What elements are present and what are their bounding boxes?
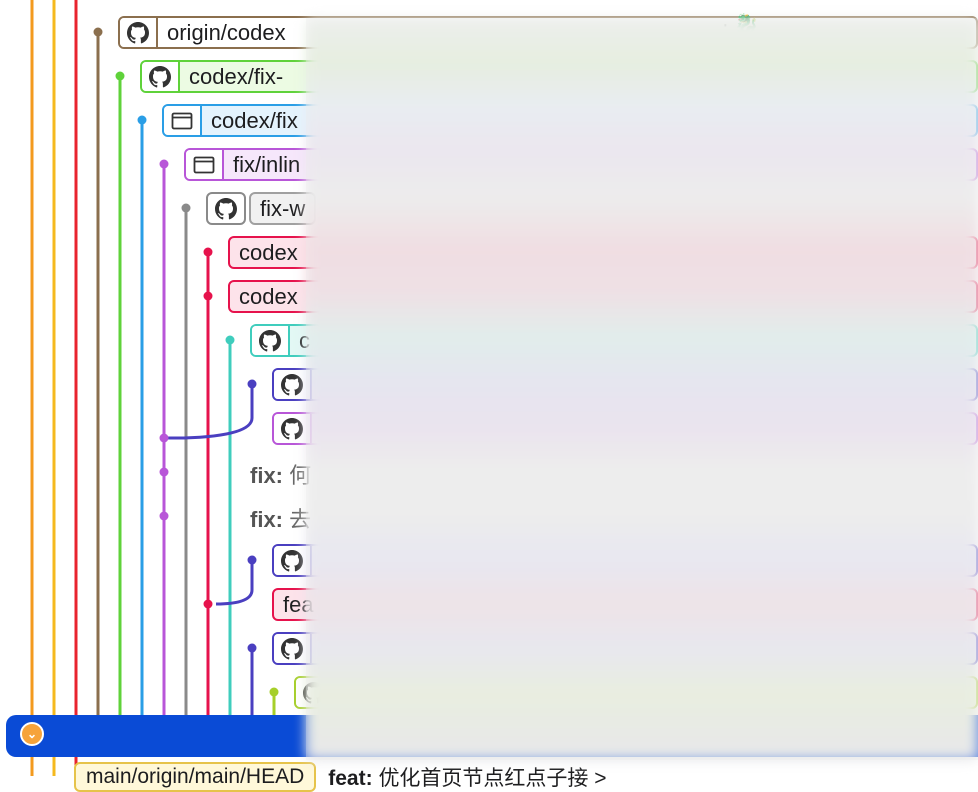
commit-dot	[181, 203, 191, 213]
commit-dot	[137, 115, 147, 125]
github-icon	[281, 549, 303, 571]
github-icon-box	[142, 62, 180, 91]
github-icon	[127, 21, 149, 43]
github-icon	[281, 373, 303, 395]
github-icon-box	[206, 192, 246, 225]
commit-dot	[247, 555, 257, 565]
commit-dot	[159, 467, 169, 477]
commit-type: fix:	[250, 507, 283, 532]
bottom-commit-row[interactable]: main/origin/main/HEAD feat: 优化首页节点红点子接 >	[74, 762, 607, 792]
github-icon	[281, 637, 303, 659]
commit-dot	[159, 433, 169, 443]
commit-dot	[247, 643, 257, 653]
folder-icon-box	[164, 106, 202, 135]
commit-type: fix:	[250, 463, 283, 488]
branch-ref-label: codex/fix-	[189, 63, 284, 89]
commit-message[interactable]: fix: 何	[250, 458, 311, 490]
commit-message: feat: 优化首页节点红点子接 >	[328, 767, 607, 790]
chevron-down-icon[interactable]: ⌄	[20, 722, 44, 746]
commit-dot	[247, 379, 257, 389]
commit-dot	[203, 247, 213, 257]
commit-dot	[93, 27, 103, 37]
branch-ref-label: codex	[239, 283, 298, 309]
folder-icon-box	[186, 150, 224, 179]
commit-dot	[203, 599, 213, 609]
commit-message[interactable]: fix: 去	[250, 502, 311, 534]
github-icon-box	[120, 18, 158, 47]
commit-dot	[203, 291, 213, 301]
blurred-redaction-overlay	[306, 18, 978, 760]
commit-dot	[225, 335, 235, 345]
github-icon	[281, 417, 303, 439]
commit-dot	[159, 159, 169, 169]
ref-main[interactable]: main/origin/main/HEAD	[74, 762, 317, 792]
branch-ref-label: codex/fix	[211, 107, 298, 133]
branch-ref-label: fix/inlin	[233, 151, 301, 177]
branch-ref-label: codex	[239, 239, 298, 265]
branch-ref-label: origin/codex	[167, 19, 286, 45]
merge-curve	[215, 560, 254, 606]
commit-dot	[269, 687, 279, 697]
folder-icon	[171, 112, 193, 129]
github-icon	[215, 197, 237, 219]
github-icon-box	[252, 326, 290, 355]
github-icon	[149, 65, 171, 87]
commit-dot	[115, 71, 125, 81]
commit-dot	[159, 511, 169, 521]
github-icon	[259, 329, 281, 351]
folder-icon	[193, 156, 215, 173]
